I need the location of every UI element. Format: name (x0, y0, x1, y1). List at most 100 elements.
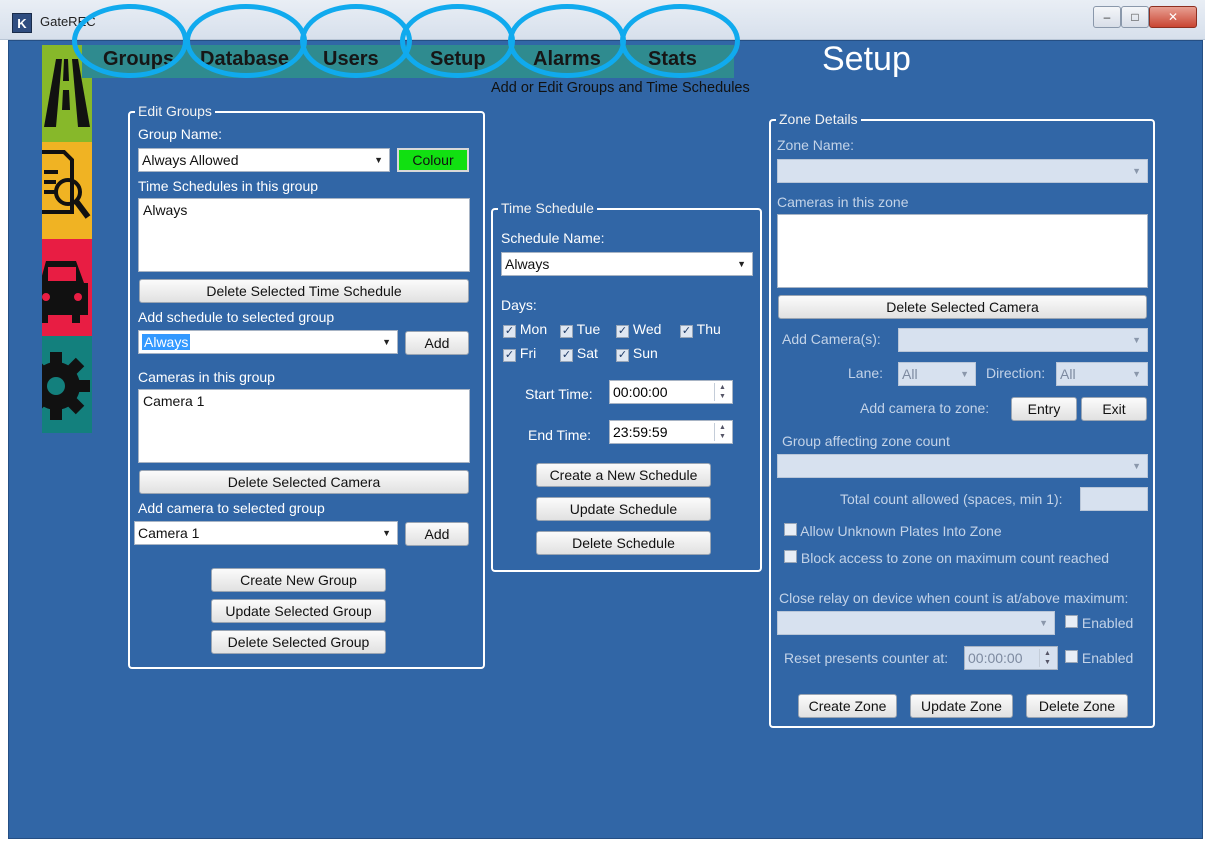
checkbox-icon[interactable] (784, 523, 797, 536)
add-camera-label: Add camera to selected group (138, 500, 325, 516)
zone-cameras-label: Cameras in this zone (777, 194, 909, 210)
maximize-button[interactable]: □ (1121, 6, 1149, 28)
day-thu[interactable]: ✓ Thu (680, 321, 721, 338)
colour-button[interactable]: Colour (397, 148, 469, 172)
add-schedule-select[interactable]: Always ▼ (138, 330, 398, 354)
spinner-arrows-icon[interactable]: ▲ ▼ (714, 423, 730, 441)
checkbox-icon[interactable] (1065, 615, 1078, 628)
days-label: Days: (501, 297, 537, 313)
checkbox-checked-icon[interactable]: ✓ (680, 325, 693, 338)
schedule-name-select[interactable]: Always ▼ (501, 252, 753, 276)
allow-unknown-checkbox[interactable]: Allow Unknown Plates Into Zone (784, 523, 1002, 539)
checkbox-checked-icon[interactable]: ✓ (560, 325, 573, 338)
close-button[interactable]: ✕ (1149, 6, 1197, 28)
update-zone-button[interactable]: Update Zone (910, 694, 1013, 718)
reset-counter-stepper[interactable]: 00:00:00 ▲ ▼ (964, 646, 1058, 670)
zone-cameras-list[interactable] (777, 214, 1148, 288)
update-group-button[interactable]: Update Selected Group (211, 599, 386, 623)
day-mon[interactable]: ✓ Mon (503, 321, 547, 338)
gear-icon (22, 352, 90, 420)
create-zone-button[interactable]: Create Zone (798, 694, 897, 718)
lane-value: All (902, 366, 918, 382)
checkbox-icon[interactable] (1065, 650, 1078, 663)
highlight-ring (620, 4, 740, 78)
day-sat[interactable]: ✓ Sat (560, 345, 598, 362)
add-cameras-label: Add Camera(s): (782, 331, 881, 347)
reset-enabled-checkbox[interactable]: Enabled (1065, 650, 1133, 666)
cameras-in-group-list[interactable]: Camera 1 (138, 389, 470, 463)
add-camera-button[interactable]: Add (405, 522, 469, 546)
chevron-down-icon: ▼ (737, 259, 746, 269)
car-icon (40, 261, 88, 323)
block-access-checkbox[interactable]: Block access to zone on maximum count re… (784, 550, 1109, 566)
day-tue[interactable]: ✓ Tue (560, 321, 600, 338)
direction-select[interactable]: All ▼ (1056, 362, 1148, 386)
add-camera-value: Camera 1 (138, 525, 200, 541)
edit-groups-legend: Edit Groups (135, 103, 215, 119)
delete-group-camera-button[interactable]: Delete Selected Camera (139, 470, 469, 494)
checkbox-checked-icon[interactable]: ✓ (616, 349, 629, 362)
delete-time-schedule-button[interactable]: Delete Selected Time Schedule (139, 279, 469, 303)
add-camera-select[interactable]: Camera 1 ▼ (134, 521, 398, 545)
relay-device-select[interactable]: ▼ (777, 611, 1055, 635)
spinner-arrows-icon[interactable]: ▲ ▼ (714, 383, 730, 401)
checkbox-checked-icon[interactable]: ✓ (503, 325, 516, 338)
group-affecting-select[interactable]: ▼ (777, 454, 1148, 478)
zone-details-legend: Zone Details (776, 111, 861, 127)
start-time-label: Start Time: (525, 386, 593, 402)
total-count-input[interactable] (1080, 487, 1148, 511)
day-sun[interactable]: ✓ Sun (616, 345, 658, 362)
time-schedules-list[interactable]: Always (138, 198, 470, 272)
delete-schedule-button[interactable]: Delete Schedule (536, 531, 711, 555)
spinner-arrows-icon[interactable]: ▲ ▼ (1039, 649, 1055, 667)
lane-select[interactable]: All ▼ (898, 362, 976, 386)
checkbox-checked-icon[interactable]: ✓ (616, 325, 629, 338)
delete-zone-camera-button[interactable]: Delete Selected Camera (778, 295, 1147, 319)
nav-database-search[interactable] (36, 142, 92, 239)
checkbox-checked-icon[interactable]: ✓ (503, 349, 516, 362)
relay-enabled-checkbox[interactable]: Enabled (1065, 615, 1133, 631)
start-time-value: 00:00:00 (613, 384, 668, 400)
day-label: Sat (576, 345, 598, 361)
list-item[interactable]: Camera 1 (143, 393, 465, 409)
checkbox-icon[interactable] (784, 550, 797, 563)
enabled-label: Enabled (1081, 615, 1134, 631)
lane-label: Lane: (848, 365, 884, 381)
reset-counter-label: Reset presents counter at: (784, 650, 949, 666)
day-wed[interactable]: ✓ Wed (616, 321, 661, 338)
list-item[interactable]: Always (143, 202, 465, 218)
entry-button[interactable]: Entry (1011, 397, 1077, 421)
highlight-ring (400, 4, 515, 78)
create-schedule-button[interactable]: Create a New Schedule (536, 463, 711, 487)
add-camera-to-zone-label: Add camera to zone: (860, 400, 990, 416)
group-name-select[interactable]: Always Allowed ▼ (138, 148, 390, 172)
nav-setup[interactable] (22, 336, 92, 433)
cameras-in-group-label: Cameras in this group (138, 369, 275, 385)
group-affecting-label: Group affecting zone count (782, 433, 950, 449)
day-fri[interactable]: ✓ Fri (503, 345, 536, 362)
chevron-down-icon: ▼ (382, 528, 391, 538)
add-schedule-button[interactable]: Add (405, 331, 469, 355)
enabled-label: Enabled (1081, 650, 1134, 666)
start-time-stepper[interactable]: 00:00:00 ▲ ▼ (609, 380, 733, 404)
delete-zone-button[interactable]: Delete Zone (1026, 694, 1128, 718)
minimize-button[interactable]: – (1093, 6, 1121, 28)
time-schedules-label: Time Schedules in this group (138, 178, 319, 194)
chevron-down-icon: ▼ (382, 337, 391, 347)
chevron-down-icon: ▼ (1039, 618, 1048, 628)
delete-group-button[interactable]: Delete Selected Group (211, 630, 386, 654)
chevron-down-icon: ▼ (1132, 369, 1141, 379)
end-time-stepper[interactable]: 23:59:59 ▲ ▼ (609, 420, 733, 444)
exit-button[interactable]: Exit (1081, 397, 1147, 421)
checkbox-checked-icon[interactable]: ✓ (560, 349, 573, 362)
add-cameras-select[interactable]: ▼ (898, 328, 1148, 352)
update-schedule-button[interactable]: Update Schedule (536, 497, 711, 521)
zone-name-label: Zone Name: (777, 137, 855, 153)
nav-vehicles[interactable] (40, 239, 92, 336)
highlight-ring (508, 4, 626, 78)
create-group-button[interactable]: Create New Group (211, 568, 386, 592)
page-title: Setup (822, 40, 911, 78)
day-label: Fri (519, 345, 537, 361)
highlight-ring (72, 4, 188, 78)
zone-name-select[interactable]: ▼ (777, 159, 1148, 183)
